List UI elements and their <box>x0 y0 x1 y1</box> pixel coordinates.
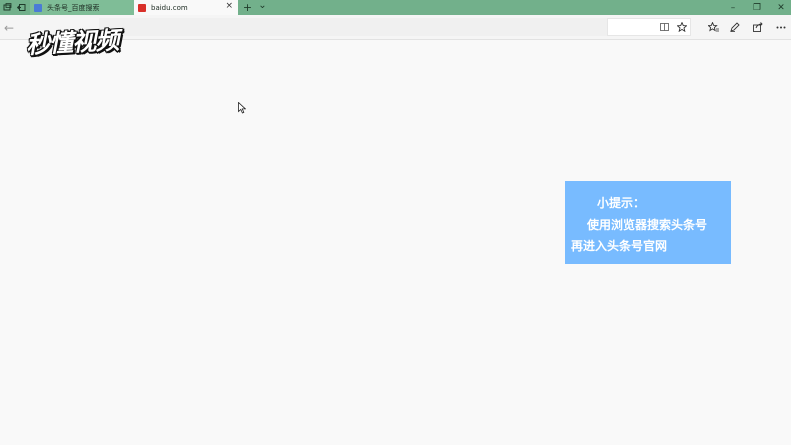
new-tab-button[interactable]: + <box>240 0 255 15</box>
restore-button[interactable]: ❐ <box>745 0 769 15</box>
favorites-hub-icon[interactable] <box>705 19 721 35</box>
address-bar[interactable] <box>99 18 607 36</box>
tab-label: baidu.com <box>151 3 188 12</box>
tab-back-icon[interactable] <box>14 0 29 15</box>
chevron-down-icon[interactable]: ⌄ <box>255 0 270 13</box>
tab-baidu[interactable]: baidu.com × <box>134 0 238 15</box>
watermark-logo: 秒懂视频 <box>25 26 119 60</box>
tab-manage-icon[interactable] <box>0 0 15 15</box>
back-button[interactable]: ← <box>0 15 18 40</box>
favorite-star-icon[interactable] <box>674 19 690 35</box>
minimize-button[interactable]: – <box>721 0 745 15</box>
more-icon[interactable] <box>773 19 789 35</box>
reading-view-icon[interactable] <box>656 19 672 35</box>
baidu-paw-icon <box>34 3 42 12</box>
web-note-icon[interactable] <box>727 19 743 35</box>
window-close-button[interactable]: ✕ <box>769 0 791 15</box>
tip-text-line: 使用浏览器搜索头条号 <box>587 218 708 232</box>
tip-text-line: 再进入头条号官网 <box>571 239 668 253</box>
mouse-cursor-icon <box>238 102 246 114</box>
tab-toutiao-search[interactable]: 头条号_百度搜索 <box>30 0 134 15</box>
close-icon[interactable]: × <box>225 1 233 11</box>
tip-box: 小提示： 使用浏览器搜索头条号 再进入头条号官网 <box>565 181 731 264</box>
baidu-du-icon <box>138 3 146 12</box>
tab-label: 头条号_百度搜索 <box>47 3 100 12</box>
share-icon[interactable] <box>750 19 766 35</box>
tip-heading: 小提示： <box>597 196 646 210</box>
